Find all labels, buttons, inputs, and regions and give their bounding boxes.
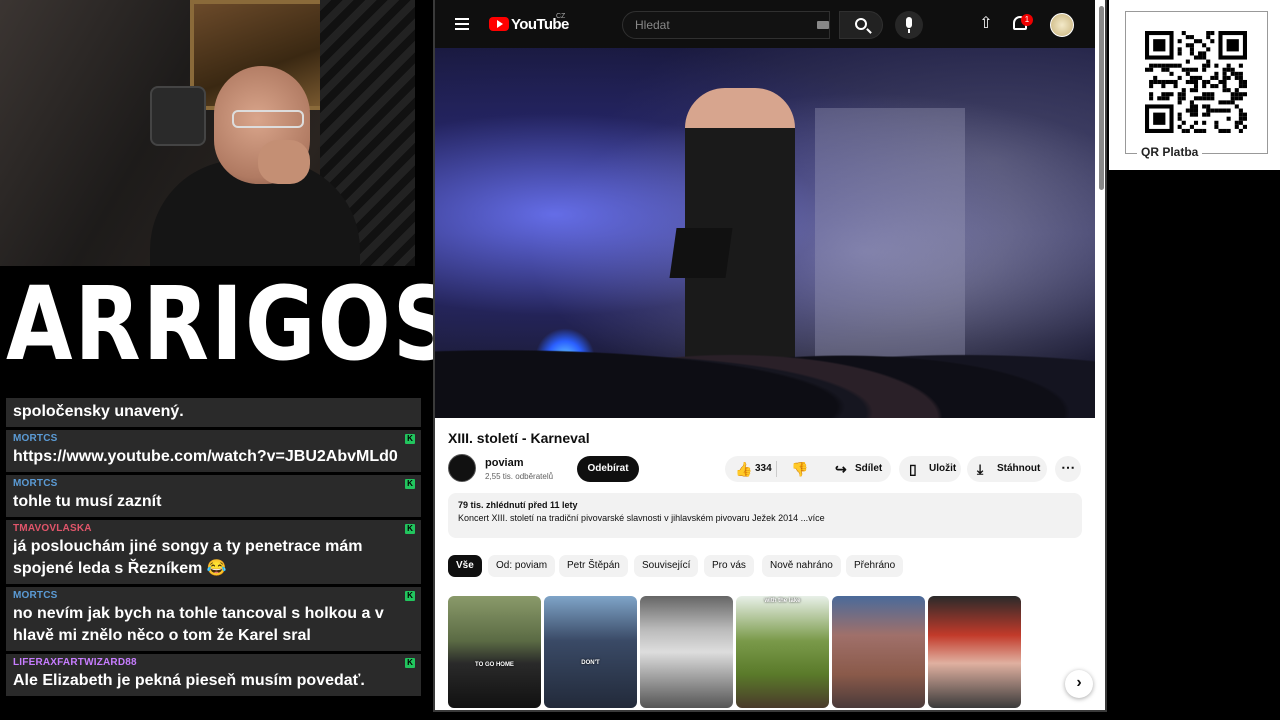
country-code: CZ [556,13,566,20]
chat-text: tohle tu musí zaznít [13,493,162,510]
chat-text: https://www.youtube.com/watch?v=JBU2AbvM… [13,448,398,465]
chat-text: no nevím jak bych na tohle tancoval s ho… [13,605,384,644]
headset [150,86,206,146]
search-icon [855,18,867,30]
filter-chip[interactable]: Pro vás [704,555,754,577]
description-text: Koncert XIII. století na tradiční pivova… [458,513,825,523]
youtube-logo-icon[interactable] [489,17,509,31]
chat-username: TMAVOVLASKA [13,523,92,534]
channel-logo-text: ARRIGOS [6,265,457,384]
filter-chip[interactable]: Petr Štěpán [559,555,628,577]
kick-badge-icon: K [405,434,415,444]
short-thumbnail[interactable]: with the lake [736,596,829,708]
filter-chip[interactable]: Související [634,555,699,577]
save-button[interactable]: ▯ Uložit [899,456,961,482]
subscriber-count: 2,55 tis. odběratelů [485,472,554,481]
more-actions-icon[interactable]: ⋯ [1055,456,1081,482]
glasses [232,110,304,128]
chat-message: spoločensky unavený. [6,398,421,427]
youtube-header: YouTube CZ Hledat ⇧ 1 [435,0,1095,48]
short-thumbnail[interactable] [832,596,925,708]
chat-message: TMAVOVLASKA Kjá poslouchám jiné songy a t… [6,520,421,584]
chat-username: MORTCS [13,433,58,444]
filter-chip[interactable]: Přehráno [846,555,904,577]
chevron-right-icon[interactable]: › [1065,670,1093,698]
notification-count: 1 [1021,14,1033,26]
chat-username: LIFERAXFARTWIZARD88 [13,657,137,668]
channel-avatar[interactable] [448,454,476,482]
download-icon: ⤓ [977,461,984,477]
music-stand [669,228,733,278]
like-divider [776,461,777,477]
like-count: 334 [755,463,772,474]
menu-icon[interactable] [455,18,469,30]
chat-username: MORTCS [13,478,58,489]
streamer-hand [258,140,310,184]
kick-badge-icon: K [405,658,415,668]
view-count-date: 79 tis. zhlédnutí před 11 lety [458,500,578,510]
description-box[interactable]: 79 tis. zhlédnutí před 11 lety Koncert X… [448,493,1082,538]
short-thumbnail[interactable]: DON'T [544,596,637,708]
search-input[interactable]: Hledat [622,11,830,39]
qr-label: QR Platba [1137,145,1203,159]
kick-badge-icon: K [405,591,415,601]
chat-text: Ale Elizabeth je pekná pieseň musím pove… [13,672,365,689]
chat-message: MORTCS Ktohle tu musí zaznít [6,475,421,517]
video-player[interactable] [435,48,1095,418]
download-label: Stáhnout [997,463,1041,474]
share-label: Sdílet [855,463,883,474]
account-avatar[interactable] [1050,13,1074,37]
related-videos-shelf: TO GO HOME DON'T with the lake [448,596,1098,708]
save-label: Uložit [929,463,957,474]
crowd [435,308,1095,418]
short-caption: TO GO HOME [475,662,514,668]
qr-code [1145,31,1247,133]
chat-username: MORTCS [13,590,58,601]
share-button[interactable]: ↪ Sdílet [825,456,891,482]
short-caption: with the lake [764,598,801,604]
scrollbar[interactable] [1099,6,1104,190]
short-thumbnail[interactable] [640,596,733,708]
share-icon: ↪ [835,461,847,477]
thumbs-up-icon: 👍 [735,461,753,477]
thumbs-down-icon[interactable]: 👎 [791,456,808,482]
kick-badge-icon: K [405,524,415,534]
subscribe-button[interactable]: Odebírat [577,456,639,482]
youtube-window: YouTube CZ Hledat ⇧ 1 XIII. století - Ka… [433,0,1107,712]
short-thumbnail[interactable] [928,596,1021,708]
chat-panel: spoločensky unavený. MORTCS Khttps://www.y… [6,398,421,714]
short-caption: DON'T [581,660,600,666]
voice-search-icon[interactable] [895,11,923,39]
chat-message: LIFERAXFARTWIZARD88 K Ale Elizabeth je pek… [6,654,421,696]
chat-text: spoločensky unavený. [13,403,184,420]
short-thumbnail[interactable]: TO GO HOME [448,596,541,708]
chat-message: MORTCS Kno nevím jak bych na tohle tancov… [6,587,421,651]
download-button[interactable]: ⤓ Stáhnout [967,456,1047,482]
keyboard-icon[interactable] [817,21,829,29]
video-title: XIII. století - Karneval [448,430,590,446]
search-button[interactable] [839,11,883,39]
bookmark-icon: ▯ [909,461,917,477]
upload-icon[interactable]: ⇧ [978,15,994,33]
webcam-feed [0,0,415,266]
filter-chip[interactable]: Vše [448,555,482,577]
kick-badge-icon: K [405,479,415,489]
filter-chip[interactable]: Nově nahráno [762,555,841,577]
chat-text: já poslouchám jiné songy a ty penetrace … [13,538,363,577]
channel-name[interactable]: poviam [485,457,524,469]
chat-message: MORTCS Khttps://www.youtube.com/watch?v=J… [6,430,421,472]
filter-chip[interactable]: Od: poviam [488,555,556,577]
